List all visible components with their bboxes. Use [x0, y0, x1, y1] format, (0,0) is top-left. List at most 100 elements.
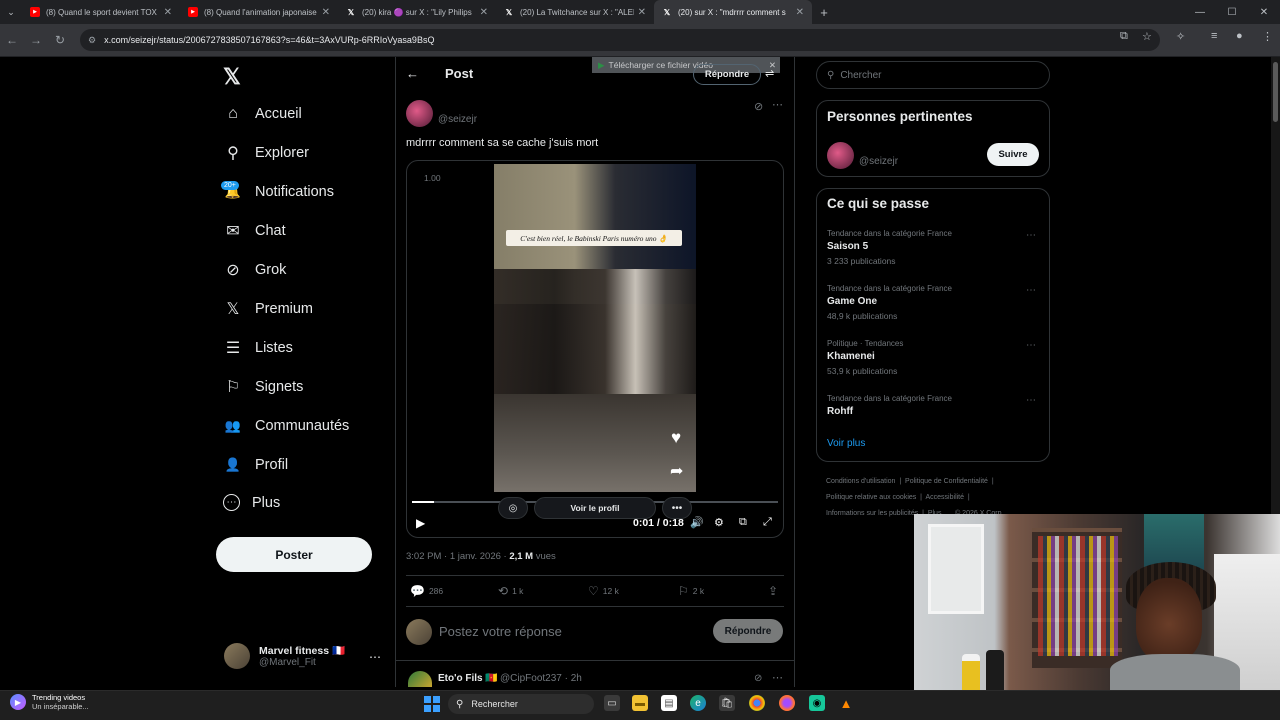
x-logo-icon[interactable]: 𝕏	[223, 64, 241, 90]
sliders-icon[interactable]: ⇌	[765, 67, 774, 80]
sidebar-item-grok[interactable]: ⊘ Grok	[223, 260, 286, 280]
firefox-icon[interactable]	[779, 695, 795, 711]
browser-tab[interactable]: ▶ (8) Quand l'animation japonaise ✕	[180, 0, 338, 24]
reaction-icon[interactable]: ◎	[498, 497, 528, 519]
trend-item[interactable]: Politique · Tendances Khamenei 53,9 k publ…	[827, 339, 903, 376]
chrome-icon[interactable]	[749, 695, 765, 711]
post-button[interactable]: Poster	[216, 537, 372, 572]
close-icon[interactable]: ✕	[638, 7, 646, 18]
bookmark-action[interactable]: ⚐ 2 k	[678, 584, 704, 598]
trend-item[interactable]: Tendance dans la catégorie France Game On…	[827, 284, 952, 321]
windows-start-icon[interactable]	[424, 696, 440, 712]
post-timestamp[interactable]: 3:02 PM · 1 janv. 2026 ·	[406, 551, 509, 562]
footer-link[interactable]: Politique relative aux cookies	[826, 494, 916, 501]
back-icon[interactable]: ←	[0, 33, 24, 47]
see-more-link[interactable]: Voir plus	[827, 438, 865, 449]
browser-tab[interactable]: 𝕏 (20) La Twitchance sur X : "ALEF ✕	[496, 0, 654, 24]
close-window-icon[interactable]: ✕	[1248, 7, 1280, 18]
trend-item[interactable]: Tendance dans la catégorie France Rohff	[827, 394, 952, 417]
author-avatar[interactable]	[406, 100, 433, 127]
close-icon[interactable]: ✕	[796, 7, 804, 18]
reply-action[interactable]: 💬 286	[410, 584, 443, 598]
sidebar-item-signets[interactable]: ⚐ Signets	[223, 377, 304, 397]
avatar[interactable]	[827, 142, 854, 169]
sidebar-item-notifications[interactable]: 🔔 Notifications	[223, 182, 334, 202]
pip-icon[interactable]: ⧉	[739, 516, 747, 529]
media-icon[interactable]: ≡	[1211, 30, 1217, 42]
video-frame[interactable]: C'est bien réel, le Babinski Paris numér…	[494, 164, 696, 492]
install-app-icon[interactable]: ⧉	[1120, 30, 1128, 43]
site-info-icon[interactable]: ⚙	[88, 35, 96, 46]
settings-gear-icon[interactable]: ⚙	[714, 516, 724, 529]
minimize-icon[interactable]: —	[1184, 7, 1216, 18]
more-icon[interactable]: ⋯	[1026, 230, 1036, 241]
search-input[interactable]: ⚲ Chercher	[816, 61, 1050, 89]
more-icon[interactable]: ⋯	[1026, 340, 1036, 351]
trend-item[interactable]: Tendance dans la catégorie France Saison …	[827, 229, 952, 266]
notepad-icon[interactable]: ▤	[661, 695, 677, 711]
close-icon[interactable]: ✕	[480, 7, 488, 18]
more-icon[interactable]: ⋯	[369, 650, 381, 664]
sidebar-item-listes[interactable]: ☰ Listes	[223, 338, 293, 358]
footer-link[interactable]: Informations sur les publicités	[826, 510, 918, 517]
task-view-icon[interactable]: ▭	[604, 695, 620, 711]
follow-button[interactable]: Suivre	[987, 143, 1039, 166]
file-explorer-icon[interactable]: ▬	[632, 695, 648, 711]
view-profile-button[interactable]: Voir le profil	[534, 497, 656, 519]
taskbar-search[interactable]: ⚲ Rechercher	[448, 694, 594, 714]
new-tab-button[interactable]: +	[812, 5, 836, 20]
more-icon[interactable]: •••	[662, 497, 692, 519]
menu-icon[interactable]: ⋮	[1262, 30, 1273, 43]
vlc-icon[interactable]: ▲	[838, 695, 854, 711]
footer-link[interactable]: Accessibilité	[926, 494, 965, 501]
forward-icon[interactable]: →	[24, 33, 48, 47]
share-action[interactable]: ⇪	[768, 584, 782, 598]
more-icon[interactable]: ⋯	[1026, 285, 1036, 296]
volume-icon[interactable]: 🔊	[690, 516, 704, 529]
more-icon[interactable]: ⋯	[772, 98, 783, 111]
footer-link[interactable]: Conditions d'utilisation	[826, 478, 895, 485]
share-arrow-icon[interactable]: ➦	[670, 461, 683, 481]
reply-button[interactable]: Répondre	[713, 619, 783, 643]
heart-icon[interactable]: ♥	[671, 428, 681, 448]
sidebar-item-premium[interactable]: 𝕏 Premium	[223, 299, 313, 319]
sidebar-item-chat[interactable]: ✉ Chat	[223, 221, 285, 241]
close-icon[interactable]: ✕	[164, 7, 172, 18]
reply-button-top[interactable]: Répondre	[693, 64, 761, 85]
news-widget[interactable]: ▶ Trending videos Un inséparable...	[10, 693, 89, 711]
repost-action[interactable]: ⟲ 1 k	[498, 584, 523, 598]
more-icon[interactable]: ⋯	[772, 671, 783, 684]
maximize-icon[interactable]: ☐	[1216, 7, 1248, 18]
close-icon[interactable]: ✕	[322, 7, 330, 18]
sidebar-item-plus[interactable]: ⋯ Plus	[223, 494, 280, 511]
reply-author-name[interactable]: Eto'o Fils 🇨🇲	[438, 673, 498, 684]
grok-icon[interactable]: ⊘	[754, 673, 762, 684]
tab-search-icon[interactable]: ⌄	[0, 7, 22, 18]
reload-icon[interactable]: ↻	[48, 33, 72, 47]
edge-icon[interactable]: e	[690, 695, 706, 711]
store-icon[interactable]: 🛍	[719, 695, 735, 711]
bookmark-star-icon[interactable]: ☆	[1142, 30, 1152, 43]
suggested-handle[interactable]: @seizejr	[859, 156, 898, 167]
browser-tab[interactable]: ▶ (8) Quand le sport devient TOX ✕	[22, 0, 180, 24]
browser-tab-active[interactable]: 𝕏 (20) sur X : "mdrrrr comment s ✕	[654, 0, 812, 24]
browser-tab[interactable]: 𝕏 (20) kira 🟣 sur X : "Lily Philips ✕	[338, 0, 496, 24]
like-action[interactable]: ♡ 12 k	[588, 584, 619, 598]
more-icon[interactable]: ⋯	[1026, 395, 1036, 406]
sidebar-item-communautes[interactable]: 👥 Communautés	[223, 416, 349, 436]
sidebar-item-accueil[interactable]: ⌂ Accueil	[223, 104, 302, 124]
sidebar-item-explorer[interactable]: ⚲ Explorer	[223, 143, 309, 163]
play-icon[interactable]: ▶	[416, 516, 425, 530]
back-arrow-icon[interactable]: ←	[406, 66, 419, 81]
footer-link[interactable]: Politique de Confidentialité	[905, 478, 988, 485]
playback-speed[interactable]: 1.00	[424, 173, 441, 183]
author-handle[interactable]: @seizejr	[438, 114, 477, 125]
fullscreen-icon[interactable]: ⤢	[763, 516, 772, 529]
account-switcher[interactable]: Marvel fitness 🇫🇷 @Marvel_Fit	[224, 643, 345, 669]
grok-icon[interactable]: ⊘	[754, 100, 763, 113]
scrollbar-thumb[interactable]	[1273, 62, 1278, 122]
profile-avatar-icon[interactable]: ●	[1236, 30, 1243, 42]
url-input[interactable]: ⚙ x.com/seizejr/status/20067278385071678…	[80, 29, 1160, 51]
app-icon[interactable]: ◉	[809, 695, 825, 711]
reply-input[interactable]: Postez votre réponse	[439, 624, 562, 639]
